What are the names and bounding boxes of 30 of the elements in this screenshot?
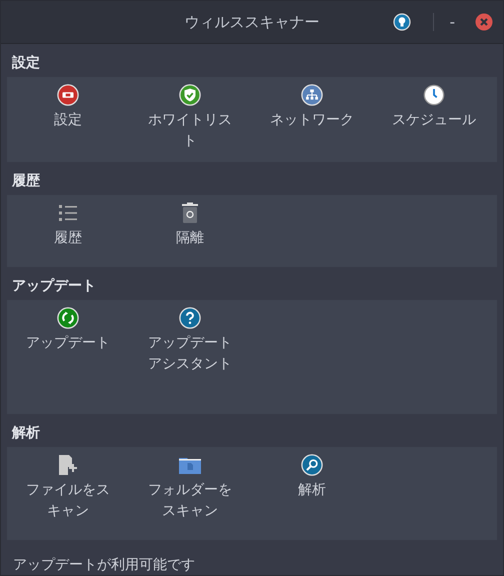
tool-label[interactable]: ネットワーク [270,110,354,131]
section-heading: 設定 [10,54,41,73]
tool-label[interactable]: アップデート [26,333,110,354]
search-icon[interactable] [300,454,324,476]
refresh-icon[interactable] [56,307,80,329]
window-title: ウィルススキャナー [184,12,320,32]
tool-label[interactable]: 解析 [298,480,326,501]
tool-label[interactable]: フォルダーを スキャン [148,480,232,522]
tool-label[interactable]: アップデート アシスタント [148,333,232,375]
tool-label[interactable]: 隔離 [176,228,204,249]
status-text: アップデートが利用可能です [12,556,196,575]
clock-icon[interactable] [422,84,446,106]
section-heading: アップデート [11,277,97,296]
tool-label[interactable]: 設定 [54,110,82,131]
section-heading: 解析 [10,424,41,443]
help-icon[interactable] [178,307,202,329]
network-icon[interactable] [300,84,324,106]
section-heading: 履歴 [10,172,41,191]
list-icon[interactable] [58,202,78,224]
shield-check-icon[interactable] [178,84,202,106]
trash-icon[interactable] [181,202,199,224]
settings-icon[interactable] [56,84,80,106]
minimize-button[interactable]: - [444,13,461,31]
tool-label[interactable]: ホワイトリス ト [148,110,232,152]
close-icon[interactable] [475,13,493,31]
tool-label[interactable]: スケジュール [392,110,476,131]
tool-label[interactable]: ファイルをス キャン [26,480,110,522]
file-add-icon[interactable] [58,454,78,476]
tool-label[interactable]: 履歴 [54,228,82,249]
lightbulb-icon[interactable] [392,13,411,31]
